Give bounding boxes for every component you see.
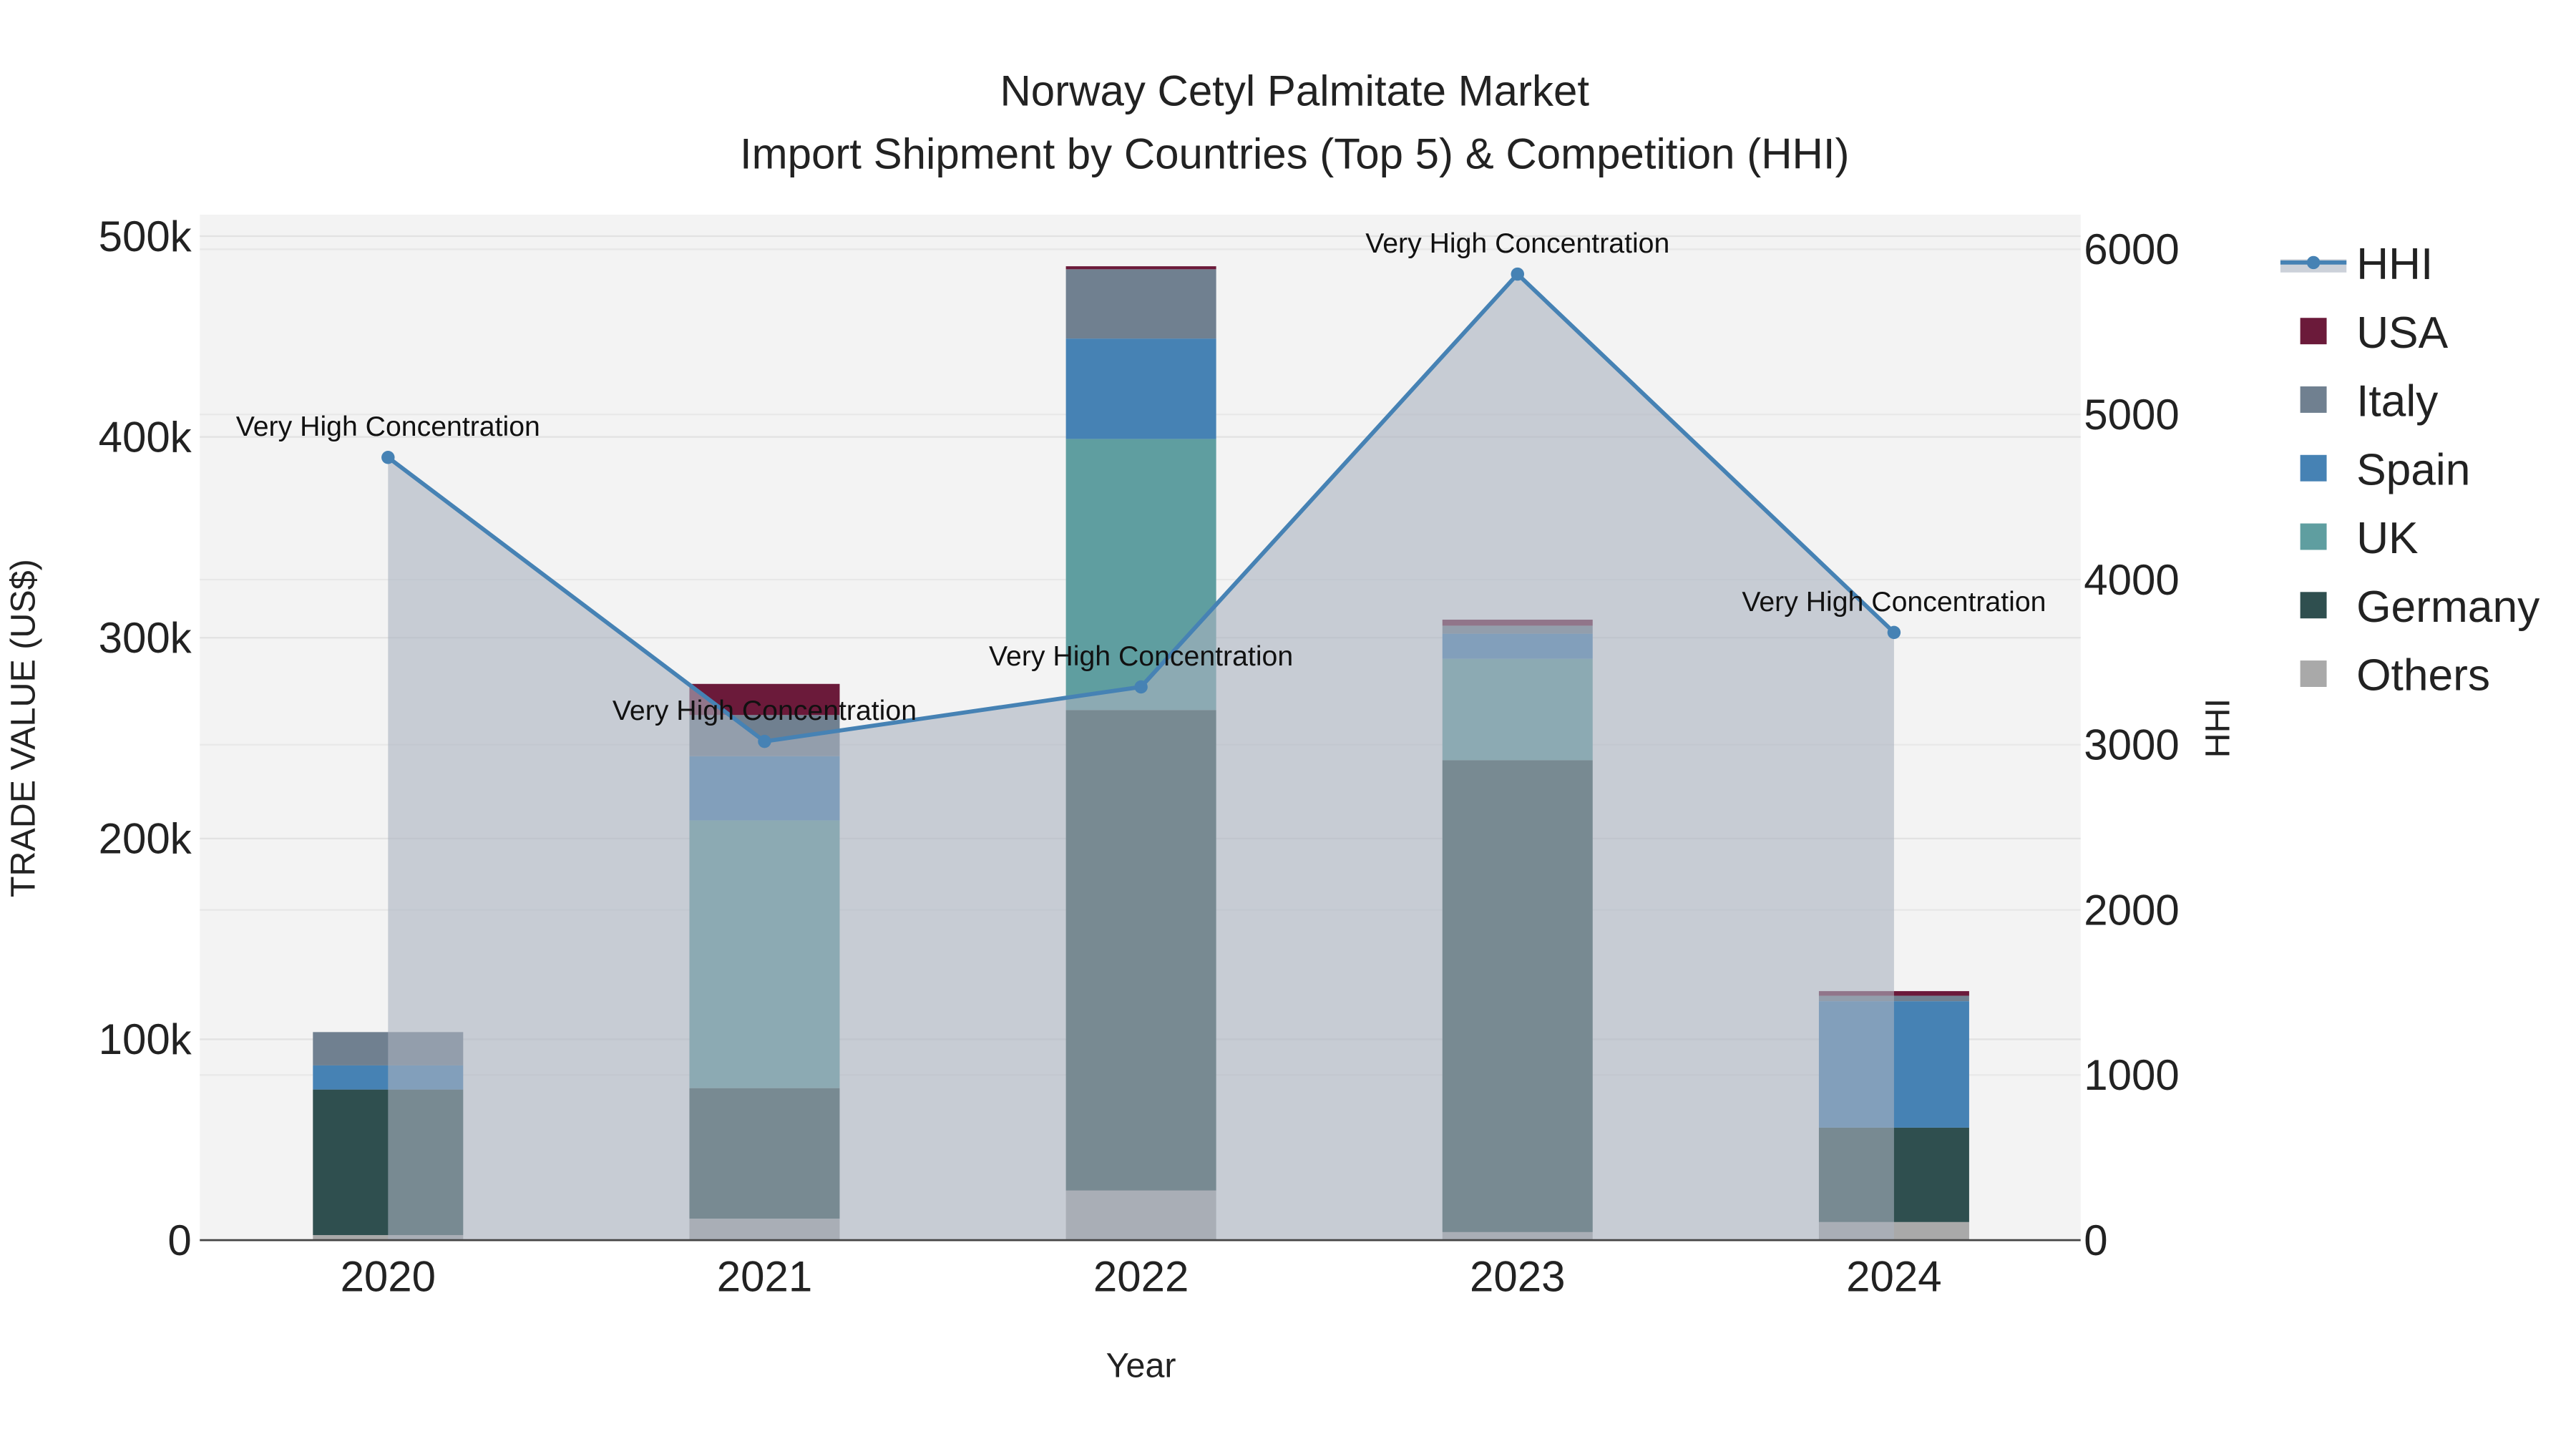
x-tick-label: 2023 xyxy=(1470,1253,1565,1301)
y-axis-label: TRADE VALUE (US$) xyxy=(4,559,42,897)
legend-label-uk: UK xyxy=(2356,514,2419,563)
y-tick-label: 200k xyxy=(99,815,192,863)
bar-italy-2022 xyxy=(1065,269,1216,339)
chart: Norway Cetyl Palmitate Market Import Shi… xyxy=(4,67,2540,1385)
legend-swatch-usa xyxy=(2300,318,2327,345)
hhi-annotation: Very High Concentration xyxy=(989,640,1293,672)
legend: HHI USA Italy Spain UK Germany Others xyxy=(2280,240,2540,701)
y2-tick-label: 1000 xyxy=(2084,1051,2179,1099)
y2-tick-label: 3000 xyxy=(2084,721,2179,769)
legend-swatch-italy xyxy=(2300,386,2327,413)
legend-label-germany: Germany xyxy=(2356,582,2540,632)
legend-label-hhi: HHI xyxy=(2356,240,2433,289)
legend-label-usa: USA xyxy=(2356,308,2449,358)
legend-hhi-marker xyxy=(2306,255,2321,270)
y2-axis-label: HHI xyxy=(2198,698,2237,758)
hhi-annotation: Very High Concentration xyxy=(613,695,917,726)
y-tick-label: 0 xyxy=(167,1216,191,1264)
legend-swatch-spain xyxy=(2300,454,2327,482)
hhi-point xyxy=(1134,680,1148,694)
legend-swatch-germany xyxy=(2300,592,2327,619)
legend-label-spain: Spain xyxy=(2356,445,2470,494)
y-tick-label: 400k xyxy=(99,413,192,461)
hhi-point xyxy=(1887,625,1901,640)
hhi-annotation: Very High Concentration xyxy=(1742,586,2046,618)
chart-subtitle: Import Shipment by Countries (Top 5) & C… xyxy=(740,130,1850,177)
hhi-point xyxy=(381,451,395,464)
x-tick-label: 2021 xyxy=(717,1253,812,1301)
legend-swatch-others xyxy=(2300,660,2327,687)
y2-tick-label: 4000 xyxy=(2084,556,2179,604)
hhi-annotation: Very High Concentration xyxy=(1365,228,1669,259)
x-tick-label: 2020 xyxy=(341,1253,436,1301)
legend-label-italy: Italy xyxy=(2356,377,2439,426)
hhi-annotation: Very High Concentration xyxy=(236,411,540,442)
y2-tick-label: 2000 xyxy=(2084,886,2179,934)
bar-usa-2022 xyxy=(1065,266,1216,270)
y-tick-label: 300k xyxy=(99,614,192,662)
hhi-point xyxy=(1511,267,1524,281)
bar-spain-2022 xyxy=(1065,338,1216,439)
x-tick-label: 2024 xyxy=(1846,1253,1941,1301)
hhi-point xyxy=(758,734,771,748)
y-tick-label: 100k xyxy=(99,1015,192,1063)
y2-tick-label: 5000 xyxy=(2084,391,2179,439)
y2-tick-label: 6000 xyxy=(2084,225,2179,273)
y-tick-label: 500k xyxy=(99,213,192,260)
x-axis-label: Year xyxy=(1106,1347,1176,1385)
legend-label-others: Others xyxy=(2356,651,2490,701)
y2-tick-label: 0 xyxy=(2084,1216,2107,1264)
x-tick-label: 2022 xyxy=(1093,1253,1189,1301)
legend-swatch-uk xyxy=(2300,523,2327,550)
chart-title: Norway Cetyl Palmitate Market xyxy=(1000,67,1589,115)
